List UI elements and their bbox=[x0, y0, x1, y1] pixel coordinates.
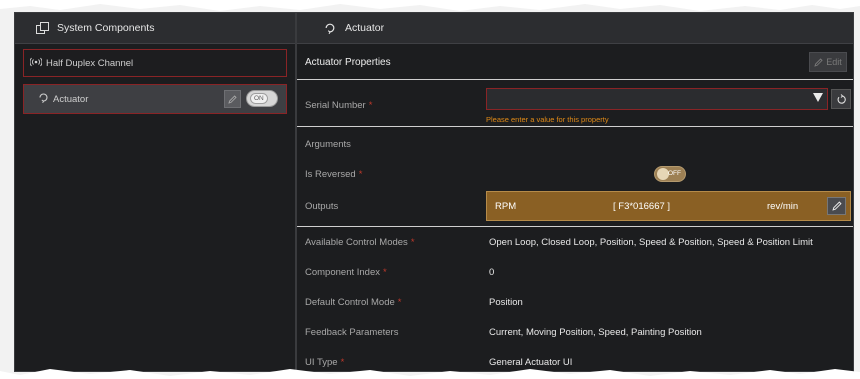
refresh-icon bbox=[837, 93, 846, 104]
component-index-value: 0 bbox=[489, 267, 495, 278]
serial-number-error: Please enter a value for this property bbox=[486, 115, 609, 124]
pencil-icon bbox=[814, 57, 823, 67]
edit-component-button[interactable] bbox=[224, 90, 241, 108]
tree-item-label: Half Duplex Channel bbox=[46, 57, 134, 69]
system-components-header: System Components bbox=[15, 13, 295, 44]
components-icon bbox=[35, 21, 49, 35]
is-reversed-label: Is Reversed * bbox=[305, 169, 363, 180]
arguments-label: Arguments bbox=[305, 139, 351, 150]
required-marker: * bbox=[358, 169, 363, 180]
tree-item-actuator[interactable]: Actuator ON bbox=[23, 84, 287, 114]
required-marker: * bbox=[410, 237, 415, 248]
output-unit: rev/min bbox=[767, 201, 799, 212]
tree-item-half-duplex-channel[interactable]: Half Duplex Channel bbox=[23, 49, 287, 77]
component-index-label: Component Index * bbox=[305, 267, 387, 278]
tree-item-label: Actuator bbox=[53, 93, 89, 105]
available-control-modes-value: Open Loop, Closed Loop, Position, Speed … bbox=[489, 237, 813, 248]
required-marker: * bbox=[368, 100, 373, 111]
actuator-icon bbox=[323, 21, 337, 35]
outputs-label: Outputs bbox=[305, 201, 339, 212]
edit-properties-button[interactable]: Edit bbox=[809, 52, 847, 72]
output-name: RPM bbox=[495, 201, 517, 212]
radio-signal-icon bbox=[29, 57, 43, 70]
pencil-icon bbox=[831, 201, 842, 211]
edit-output-button[interactable] bbox=[827, 197, 846, 215]
actuator-icon bbox=[38, 92, 49, 106]
dropdown-arrow-icon bbox=[813, 93, 823, 102]
system-components-panel: System Components Half Duplex Channel Ac… bbox=[14, 12, 296, 372]
app-window: System Components Half Duplex Channel Ac… bbox=[0, 0, 860, 379]
divider bbox=[297, 226, 853, 227]
feedback-parameters-value: Current, Moving Position, Speed, Paintin… bbox=[489, 327, 702, 338]
is-reversed-toggle[interactable]: OFF bbox=[654, 166, 686, 182]
feedback-parameters-label: Feedback Parameters bbox=[305, 327, 399, 338]
system-components-title: System Components bbox=[57, 22, 155, 34]
edit-label: Edit bbox=[826, 57, 842, 67]
toggle-label: ON bbox=[250, 93, 268, 104]
required-marker: * bbox=[397, 297, 402, 308]
available-control-modes-label: Available Control Modes * bbox=[305, 237, 415, 248]
default-control-mode-label: Default Control Mode * bbox=[305, 297, 402, 308]
outputs-row[interactable]: RPM [ F3*016667 ] rev/min bbox=[486, 191, 851, 221]
divider bbox=[297, 79, 853, 80]
actuator-properties-title: Actuator Properties bbox=[305, 57, 391, 68]
actuator-panel: Actuator Actuator Properties Edit Serial… bbox=[296, 12, 854, 372]
output-factor: [ F3*016667 ] bbox=[613, 201, 671, 212]
serial-number-select[interactable] bbox=[486, 88, 828, 110]
component-enabled-toggle[interactable]: ON bbox=[246, 90, 278, 107]
required-marker: * bbox=[383, 267, 387, 278]
serial-number-label: Serial Number * bbox=[305, 100, 373, 111]
pencil-icon bbox=[228, 94, 237, 104]
actuator-header: Actuator bbox=[297, 13, 853, 44]
actuator-title: Actuator bbox=[345, 22, 385, 34]
default-control-mode-value: Position bbox=[489, 297, 523, 308]
torn-edge-bottom bbox=[0, 369, 860, 379]
torn-edge-top bbox=[0, 0, 860, 11]
divider bbox=[297, 126, 853, 127]
toggle-label: OFF bbox=[668, 170, 681, 177]
refresh-serial-button[interactable] bbox=[831, 89, 851, 109]
